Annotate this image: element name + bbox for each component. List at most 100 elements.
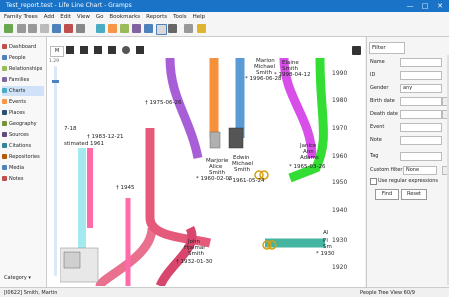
people-icon [2, 55, 7, 60]
sidebar-item-dashboard[interactable]: Dashboard [2, 42, 44, 52]
print-icon[interactable] [352, 46, 361, 55]
pedigree-icon[interactable] [96, 24, 105, 33]
year-axis: 1990 1980 1970 1960 1950 1940 1930 1920 [332, 70, 347, 271]
menu-help[interactable]: Help [193, 12, 206, 22]
sidebar-item-places[interactable]: Places [2, 108, 44, 118]
sidebar-item-people[interactable]: People [2, 53, 44, 63]
custom-filter-select[interactable]: None [403, 166, 437, 175]
citations-icon [2, 143, 7, 148]
sidebar-item-geography[interactable]: Geography [2, 119, 44, 129]
media-icon [2, 165, 7, 170]
minimize-button[interactable]: — [404, 1, 416, 11]
year-tick-1970: 1970 [332, 125, 347, 132]
up-icon[interactable] [94, 46, 102, 54]
m-button[interactable]: M [50, 46, 64, 57]
sidebar-item-media[interactable]: Media [2, 163, 44, 173]
graph-icon[interactable] [144, 24, 153, 33]
chart-label: * 1961-05-24 [228, 178, 265, 184]
charts-icon [2, 88, 7, 93]
sidebar-item-charts[interactable]: Charts [2, 86, 44, 96]
descendant-fan-icon[interactable] [120, 24, 129, 33]
chart-label: Al [323, 230, 329, 236]
category-selector[interactable]: Category ▾ [4, 275, 31, 281]
home-icon[interactable] [40, 24, 49, 33]
chart-label: † 1975-06-26 [145, 100, 182, 106]
menu-bookmarks[interactable]: Bookmarks [109, 12, 140, 22]
reset-button[interactable]: Reset [401, 189, 427, 200]
zoom-slider-handle[interactable] [52, 80, 59, 83]
add-icon[interactable] [4, 24, 13, 33]
hourglass-icon[interactable] [132, 24, 141, 33]
collapse-icon[interactable] [80, 46, 88, 54]
grid-icon[interactable] [108, 46, 116, 54]
chart-label: 7-18 [64, 126, 77, 132]
zoom-value: 1.29 [49, 59, 60, 64]
life-line-crimson [145, 128, 212, 248]
edit-icon[interactable] [76, 24, 85, 33]
menu-bar: Family Trees Add Edit View Go Bookmarks … [0, 12, 449, 22]
sources-icon [2, 132, 7, 137]
tag-label: Tag [370, 153, 379, 159]
person-icon[interactable] [52, 24, 61, 33]
regex-checkbox[interactable] [370, 178, 377, 185]
sidebar-item-notes[interactable]: Notes [2, 174, 44, 184]
year-tick-1960: 1960 [332, 153, 347, 160]
chart-label: stimated 1961 [64, 141, 104, 147]
id-label: ID [370, 72, 376, 78]
status-view-info: People Tree View 60/9 [360, 290, 415, 296]
sidebar-item-families[interactable]: Families [2, 75, 44, 85]
menu-family-trees[interactable]: Family Trees [4, 12, 38, 22]
repositories-icon [2, 154, 7, 159]
tag-select[interactable] [400, 152, 442, 161]
sidebar-item-sources[interactable]: Sources [2, 130, 44, 140]
sidebar-item-citations[interactable]: Citations [2, 141, 44, 151]
life-line-purple [165, 58, 203, 159]
family-icon[interactable] [64, 24, 73, 33]
fullscreen-icon[interactable] [136, 46, 144, 54]
death-date-input[interactable] [400, 110, 442, 119]
name-label: Name [370, 59, 385, 65]
back-icon[interactable] [17, 24, 26, 33]
chart-label: Smith [188, 251, 205, 257]
refresh-icon[interactable] [122, 46, 130, 54]
event-label: Event [370, 124, 385, 130]
expand-icon[interactable] [66, 46, 74, 54]
filter-icon[interactable] [197, 24, 206, 33]
id-input[interactable] [400, 71, 442, 80]
menu-view[interactable]: View [77, 12, 90, 22]
close-button[interactable]: ✕ [434, 1, 446, 11]
sidebar-item-repositories[interactable]: Repositories [2, 152, 44, 162]
chart-label: Sm [323, 244, 332, 250]
menu-tools[interactable]: Tools [173, 12, 187, 22]
name-input[interactable] [400, 58, 442, 67]
tab-filter[interactable]: Filter [369, 42, 405, 54]
year-tick-1980: 1980 [332, 97, 347, 104]
birth-date-input[interactable] [400, 97, 442, 106]
filter-sidebar: Filter Name ID Gender any Birth date Dea… [366, 37, 449, 287]
forward-icon[interactable] [28, 24, 37, 33]
find-button[interactable]: Find [375, 189, 399, 200]
gender-label: Gender [370, 85, 389, 91]
maximize-button[interactable]: □ [419, 1, 431, 11]
sidebar-item-relationships[interactable]: Relationships [2, 64, 44, 74]
portrait-edwin [228, 127, 244, 149]
gender-select[interactable]: any [400, 84, 442, 93]
config-icon[interactable] [184, 24, 193, 33]
menu-go[interactable]: Go [96, 12, 104, 22]
life-line-chart[interactable]: 1990 1980 1970 1960 1950 1940 1930 1920 … [60, 58, 355, 286]
event-select[interactable] [400, 123, 442, 132]
menu-reports[interactable]: Reports [146, 12, 167, 22]
note-input[interactable] [400, 136, 442, 145]
birth-date-label: Birth date [370, 98, 395, 104]
menu-edit[interactable]: Edit [60, 12, 71, 22]
year-tick-1930: 1930 [332, 237, 347, 244]
year-tick-1920: 1920 [332, 264, 347, 271]
life-line-chart-icon[interactable] [156, 24, 167, 35]
chart-icon[interactable] [168, 24, 177, 33]
places-icon [2, 110, 7, 115]
sidebar-item-events[interactable]: Events [2, 97, 44, 107]
fan-chart-icon[interactable] [108, 24, 117, 33]
menu-add[interactable]: Add [44, 12, 55, 22]
zoom-slider[interactable] [54, 66, 57, 276]
events-icon [2, 99, 7, 104]
